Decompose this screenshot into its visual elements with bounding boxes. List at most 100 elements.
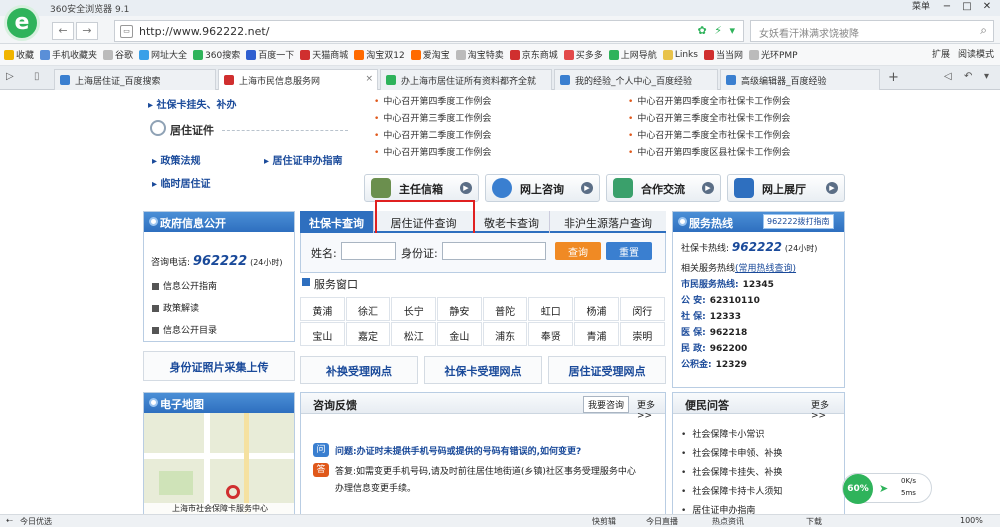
tab-citizen-service[interactable]: 上海市民信息服务网 ×: [218, 69, 378, 91]
ask-button[interactable]: 我要咨询: [583, 396, 630, 413]
tab-jingyan-editor[interactable]: 高级编辑器_百度经验: [720, 69, 880, 90]
favorite-item[interactable]: 京东商城: [509, 48, 558, 61]
tab-scroll-left-icon[interactable]: ◁: [944, 71, 952, 82]
link-disclosure-catalog[interactable]: 信息公开目录: [152, 323, 217, 336]
faq-item[interactable]: 社会保障卡持卡人须知: [681, 484, 782, 497]
tab-zhidao[interactable]: 办上海市居住证所有资料都齐全就: [380, 69, 552, 90]
district-cell[interactable]: 嘉定: [345, 322, 391, 346]
tab-list-icon[interactable]: ▯: [34, 71, 40, 82]
dial-guide-button[interactable]: 962222拨打指南: [763, 214, 834, 229]
extensions-button[interactable]: 扩展: [932, 47, 950, 60]
id-input[interactable]: [442, 242, 546, 260]
url-bar[interactable]: ▭ http://www.962222.net/ ✿ ⚡ ▾: [114, 20, 744, 42]
news-item[interactable]: 中心召开第四季度工作例会: [374, 145, 491, 158]
district-cell[interactable]: 崇明: [619, 322, 665, 346]
news-item[interactable]: 中心召开第四季度全市社保卡工作例会: [628, 94, 790, 107]
faq-more-link[interactable]: 更多>>: [811, 398, 844, 421]
name-input[interactable]: [341, 242, 396, 260]
district-cell[interactable]: 长宁: [391, 297, 437, 321]
favorite-item[interactable]: Links: [662, 49, 698, 60]
reader-mode-button[interactable]: 阅读模式: [958, 47, 994, 60]
reset-button[interactable]: 重置: [606, 242, 652, 260]
url-text[interactable]: http://www.962222.net/: [139, 25, 269, 38]
district-cell[interactable]: 徐汇: [345, 297, 391, 321]
favorite-item[interactable]: 当当网: [703, 48, 743, 61]
status-clip[interactable]: 快剪辑: [592, 516, 616, 527]
favorite-item[interactable]: 淘宝特卖: [455, 48, 504, 61]
status-news[interactable]: 热点资讯: [712, 516, 744, 527]
favorite-item[interactable]: 谷歌: [103, 48, 133, 61]
favorite-item[interactable]: 淘宝双12: [354, 48, 405, 61]
district-cell[interactable]: 奉贤: [528, 322, 574, 346]
news-item[interactable]: 中心召开第四季度区县社保卡工作例会: [628, 145, 790, 158]
news-item[interactable]: 中心召开第二季度工作例会: [374, 128, 491, 141]
district-cell[interactable]: 宝山: [300, 322, 345, 346]
zoom-level[interactable]: 100%: [960, 516, 983, 525]
district-cell[interactable]: 浦东: [482, 322, 528, 346]
online-consult-button[interactable]: 网上咨询 ▶: [485, 174, 600, 202]
tab-social-card-query[interactable]: 社保卡查询: [300, 211, 374, 233]
tab-non-shanghai-query[interactable]: 非沪生源落户查询: [550, 211, 666, 233]
faq-item[interactable]: 社会保障卡小常识: [681, 427, 782, 440]
security-icon[interactable]: ✿ ⚡ ▾: [698, 24, 737, 37]
consult-more-link[interactable]: 更多>>: [637, 398, 665, 421]
undo-icon[interactable]: ↶: [964, 71, 972, 82]
link-apply-guide[interactable]: ▸ 居住证申办指南: [264, 152, 343, 167]
search-input[interactable]: 女妖看汗淋满求饶被降: [759, 25, 859, 40]
tab-elderly-card-query[interactable]: 敬老卡查询: [474, 211, 550, 233]
online-exhibition-button[interactable]: 网上展厅 ▶: [727, 174, 845, 202]
browser-logo[interactable]: e: [4, 5, 40, 41]
district-cell[interactable]: 杨浦: [574, 297, 619, 321]
sidebar-toggle-icon[interactable]: ▷: [6, 71, 14, 82]
favorite-item[interactable]: 天猫商城: [300, 48, 348, 61]
maximize-icon[interactable]: □: [958, 0, 976, 14]
link-temp-residence[interactable]: ▸ 临时居住证: [152, 175, 211, 190]
search-icon[interactable]: ⌕: [980, 23, 987, 38]
district-cell[interactable]: 虹口: [528, 297, 574, 321]
district-cell[interactable]: 金山: [437, 322, 482, 346]
favorite-item[interactable]: 爱淘宝: [410, 48, 450, 61]
minimize-icon[interactable]: −: [938, 0, 956, 14]
district-cell[interactable]: 普陀: [482, 297, 528, 321]
favorite-item[interactable]: 收藏: [4, 48, 34, 61]
favorite-item[interactable]: 光环PMP: [748, 48, 798, 61]
link-policy-interpret[interactable]: 政策解读: [152, 301, 199, 314]
tab-baidu-search[interactable]: 上海居住证_百度搜索: [54, 69, 216, 90]
news-item[interactable]: 中心召开第四季度工作例会: [374, 94, 491, 107]
search-box[interactable]: 女妖看汗淋满求饶被降 ⌕: [750, 20, 994, 42]
news-item[interactable]: 中心召开第三季度全市社保卡工作例会: [628, 111, 790, 124]
tab-menu-icon[interactable]: ▾: [984, 71, 989, 82]
link-policy[interactable]: ▸ 政策法规: [152, 152, 201, 167]
district-cell[interactable]: 静安: [437, 297, 482, 321]
faq-item[interactable]: 社会保障卡申领、补换: [681, 446, 782, 459]
map-pin-icon[interactable]: [226, 485, 240, 499]
link-disclosure-guide[interactable]: 信息公开指南: [152, 279, 217, 292]
residence-network-button[interactable]: 居住证受理网点: [548, 356, 666, 384]
back-button[interactable]: ←: [52, 22, 74, 40]
favorite-item[interactable]: 360搜索: [193, 48, 240, 61]
district-cell[interactable]: 黄浦: [300, 297, 345, 321]
district-cell[interactable]: 松江: [391, 322, 437, 346]
favorite-item[interactable]: 百度一下: [246, 48, 294, 61]
favorite-item[interactable]: 手机收藏夹: [40, 48, 97, 61]
district-cell[interactable]: 闵行: [619, 297, 665, 321]
speed-widget[interactable]: 60% 0K/s 5ms ➤: [842, 473, 932, 504]
faq-item[interactable]: 居住证申办指南: [681, 503, 782, 514]
replace-network-button[interactable]: 补换受理网点: [300, 356, 418, 384]
news-item[interactable]: 中心召开第二季度全市社保卡工作例会: [628, 128, 790, 141]
status-download[interactable]: 下载: [806, 516, 822, 527]
id-photo-upload-button[interactable]: 身份证照片采集上传: [143, 351, 295, 381]
common-hotline-link[interactable]: (常用热线查询): [735, 264, 796, 274]
new-tab-icon[interactable]: +: [888, 70, 899, 85]
forward-button[interactable]: →: [76, 22, 98, 40]
status-today-picks[interactable]: 今日优选: [20, 516, 52, 527]
favorite-item[interactable]: 买多多: [563, 48, 603, 61]
district-cell[interactable]: 青浦: [574, 322, 619, 346]
director-mailbox-button[interactable]: 主任信箱 ▶: [364, 174, 479, 202]
tab-jingyan-center[interactable]: 我的经验_个人中心_百度经验: [554, 69, 718, 90]
news-item[interactable]: 中心召开第三季度工作例会: [374, 111, 491, 124]
link-card-loss[interactable]: ▸ 社保卡挂失、补办: [148, 96, 237, 111]
close-icon[interactable]: ✕: [978, 0, 996, 14]
status-live[interactable]: 今日直播: [646, 516, 678, 527]
close-tab-icon[interactable]: ×: [365, 74, 373, 84]
